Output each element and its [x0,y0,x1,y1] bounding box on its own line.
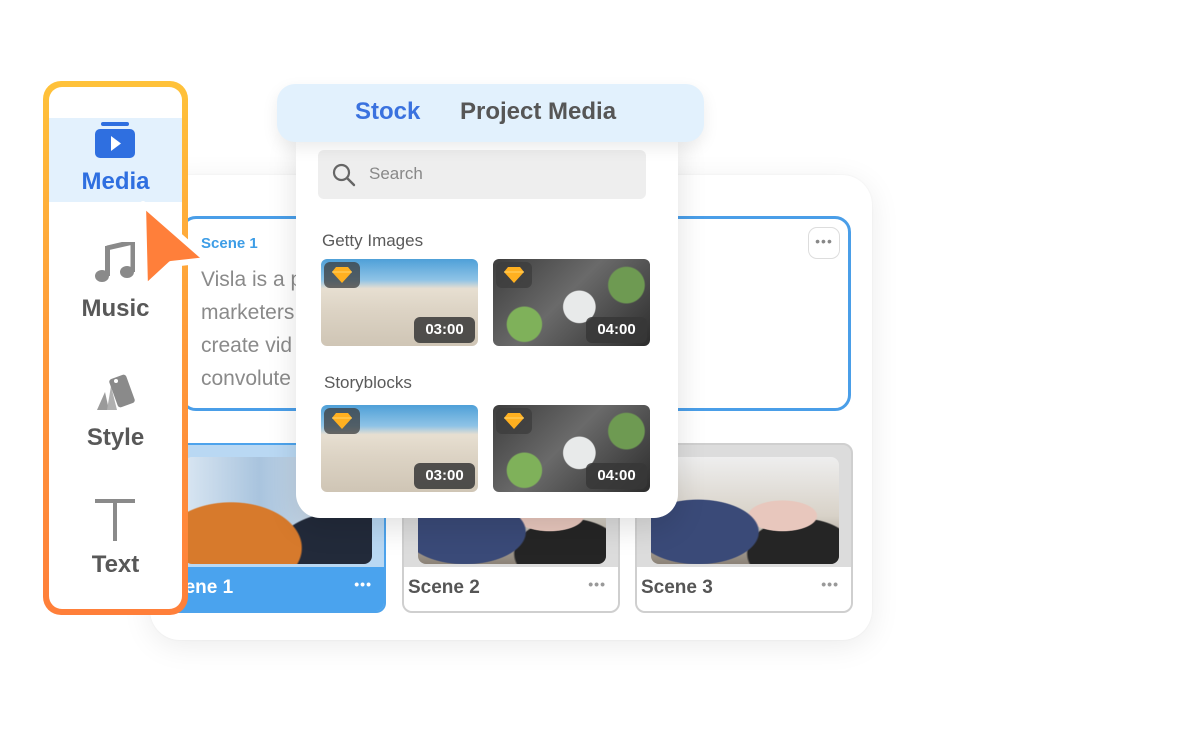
media-duration: 03:00 [414,317,475,343]
media-item[interactable]: 03:00 [321,405,478,492]
sidebar-item-label: Style [86,424,145,451]
sidebar-item-label: Text [91,551,140,578]
sidebar-item-style[interactable]: Style [49,372,182,456]
tab-project-media[interactable]: Project Media [460,98,616,126]
media-item[interactable]: 04:00 [493,259,650,346]
search-icon [332,163,356,187]
scene-more-button[interactable]: ••• [354,576,372,592]
sidebar: Media Music Style Text [43,81,188,615]
sidebar-item-label: Music [81,295,150,322]
media-duration: 03:00 [414,463,475,489]
cursor-pointer-icon [140,201,210,291]
script-more-button[interactable]: ••• [808,227,840,259]
section-title-getty: Getty Images [322,231,424,250]
media-dropdown-panel: Search Getty Images 03:00 04:00 Storyblo… [296,130,678,518]
media-item[interactable]: 03:00 [321,259,478,346]
search-placeholder: Search [369,164,423,183]
scene-more-button[interactable]: ••• [821,576,839,592]
scene-name: Scene 3 [641,577,713,598]
sidebar-item-label: Media [81,168,150,195]
scene-name: Scene 2 [408,577,480,598]
tab-stock[interactable]: Stock [355,98,420,126]
search-input[interactable]: Search [318,150,646,199]
sidebar-item-text[interactable]: Text [49,499,182,583]
text-t-icon [95,499,135,541]
swatch-icon [97,374,135,410]
premium-gem-icon [496,262,532,288]
premium-gem-icon [324,408,360,434]
premium-gem-icon [496,408,532,434]
premium-gem-icon [324,262,360,288]
media-item[interactable]: 04:00 [493,405,650,492]
sidebar-item-media[interactable]: Media [49,118,182,202]
media-play-icon [95,122,135,158]
scene-more-button[interactable]: ••• [588,576,606,592]
media-source-tabs: Stock Project Media [277,84,704,142]
media-duration: 04:00 [586,317,647,343]
music-note-icon [95,242,135,282]
scene-thumbnail [651,457,839,564]
section-title-storyblocks: Storyblocks [324,373,412,392]
media-duration: 04:00 [586,463,647,489]
